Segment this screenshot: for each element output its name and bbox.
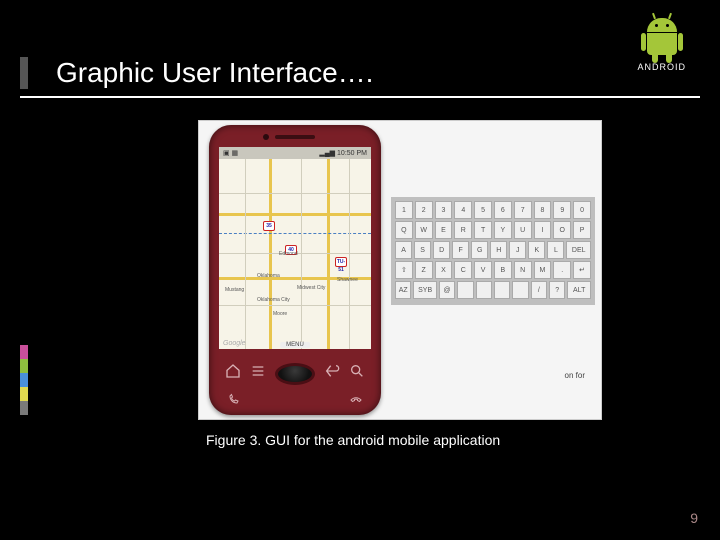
map-view[interactable]: 40 35 TU-51 Oklahoma Mustang Oklahoma Ci… (219, 159, 371, 349)
key-Q[interactable]: Q (395, 221, 413, 239)
key-I[interactable]: I (534, 221, 552, 239)
kb-row-2: QWERTYUIOP (395, 221, 591, 239)
signal-icon: ▂▄▆ (319, 150, 335, 157)
key-Y[interactable]: Y (494, 221, 512, 239)
key-R[interactable]: R (454, 221, 472, 239)
key-H[interactable]: H (490, 241, 507, 259)
slide: ANDROID Graphic User Interface…. ▣ ▦ ▂▄▆… (0, 0, 720, 540)
key-Az[interactable]: Az (395, 281, 411, 299)
map-watermark: Google (223, 340, 246, 347)
key-G[interactable]: G (471, 241, 488, 259)
figure-area: ▣ ▦ ▂▄▆ 10:50 PM (198, 120, 602, 420)
key-/[interactable]: / (531, 281, 547, 299)
map-city-label: Oklahoma City (257, 297, 290, 303)
key-@[interactable]: @ (439, 281, 455, 299)
key-?[interactable]: ? (549, 281, 565, 299)
end-call-icon[interactable] (349, 393, 363, 405)
key-.[interactable]: . (553, 261, 571, 279)
figure-caption: Figure 3. GUI for the android mobile app… (206, 432, 500, 448)
back-icon[interactable] (324, 363, 340, 379)
key-O[interactable]: O (553, 221, 571, 239)
kb-row-5: AzSYB@ /?ALT (395, 281, 591, 299)
kb-row-4: ⇧ZXCVBNM.↵ (395, 261, 591, 279)
page-title: Graphic User Interface…. (56, 57, 373, 89)
key-U[interactable]: U (514, 221, 532, 239)
key-Z[interactable]: Z (415, 261, 433, 279)
phone-earpiece (275, 135, 315, 139)
key-J[interactable]: J (509, 241, 526, 259)
stripe-seg (20, 359, 28, 373)
title-bar: Graphic User Interface…. (20, 50, 700, 98)
stripe-seg (20, 345, 28, 359)
key-S[interactable]: S (414, 241, 431, 259)
key-P[interactable]: P (573, 221, 591, 239)
key-2[interactable]: 2 (415, 201, 433, 219)
map-city-label: Oklahoma (257, 273, 280, 279)
key-space[interactable] (494, 281, 510, 299)
virtual-keyboard: 1234567890 QWERTYUIOP ASDFGHJKLDEL ⇧ZXCV… (391, 197, 595, 305)
stripe-seg (20, 401, 28, 415)
key-0[interactable]: 0 (573, 201, 591, 219)
key-⇧[interactable]: ⇧ (395, 261, 413, 279)
stripe-seg (20, 373, 28, 387)
map-city-label: Shawnee (337, 277, 358, 283)
key-F[interactable]: F (452, 241, 469, 259)
key-1[interactable]: 1 (395, 201, 413, 219)
key-space[interactable] (476, 281, 492, 299)
key-4[interactable]: 4 (454, 201, 472, 219)
key-W[interactable]: W (415, 221, 433, 239)
key-9[interactable]: 9 (553, 201, 571, 219)
kb-row-3: ASDFGHJKLDEL (395, 241, 591, 259)
title-accent (20, 57, 28, 89)
stripe-seg (20, 387, 28, 401)
map-city-label: Mustang (225, 287, 244, 293)
phone-bottom-row (227, 393, 363, 405)
key-X[interactable]: X (435, 261, 453, 279)
key-8[interactable]: 8 (534, 201, 552, 219)
key-M[interactable]: M (534, 261, 552, 279)
home-icon[interactable] (225, 363, 241, 379)
map-city-label: Edmond (279, 251, 298, 257)
key-L[interactable]: L (547, 241, 564, 259)
key-5[interactable]: 5 (474, 201, 492, 219)
key-K[interactable]: K (528, 241, 545, 259)
key-E[interactable]: E (435, 221, 453, 239)
trackball[interactable] (275, 363, 315, 385)
key-↵[interactable]: ↵ (573, 261, 591, 279)
menu-icon[interactable] (250, 363, 266, 379)
key-space[interactable] (457, 281, 473, 299)
call-icon[interactable] (227, 393, 241, 405)
cropped-text-fragment: on for (565, 371, 585, 380)
key-DEL[interactable]: DEL (566, 241, 591, 259)
key-D[interactable]: D (433, 241, 450, 259)
map-city-label: Midwest City (297, 285, 325, 291)
route-shield: TU-51 (335, 257, 347, 267)
phone-screen: ▣ ▦ ▂▄▆ 10:50 PM (219, 147, 371, 349)
side-color-stripe (20, 345, 28, 415)
kb-row-1: 1234567890 (395, 201, 591, 219)
map-city-label: Moore (273, 311, 287, 317)
status-bar: ▣ ▦ ▂▄▆ 10:50 PM (219, 147, 371, 159)
key-B[interactable]: B (494, 261, 512, 279)
key-SYB[interactable]: SYB (413, 281, 437, 299)
key-3[interactable]: 3 (435, 201, 453, 219)
status-left: ▣ ▦ (223, 149, 238, 157)
key-V[interactable]: V (474, 261, 492, 279)
route-shield: 35 (263, 221, 275, 231)
key-T[interactable]: T (474, 221, 492, 239)
search-icon[interactable] (349, 363, 365, 379)
key-C[interactable]: C (454, 261, 472, 279)
key-6[interactable]: 6 (494, 201, 512, 219)
key-A[interactable]: A (395, 241, 412, 259)
status-right: ▂▄▆ 10:50 PM (319, 149, 367, 157)
menu-hint: MENU (280, 342, 310, 348)
status-time: 10:50 PM (337, 150, 367, 157)
page-number: 9 (690, 510, 698, 526)
key-space[interactable] (512, 281, 528, 299)
phone-frame: ▣ ▦ ▂▄▆ 10:50 PM (209, 125, 381, 415)
key-ALT[interactable]: ALT (567, 281, 591, 299)
key-7[interactable]: 7 (514, 201, 532, 219)
key-N[interactable]: N (514, 261, 532, 279)
